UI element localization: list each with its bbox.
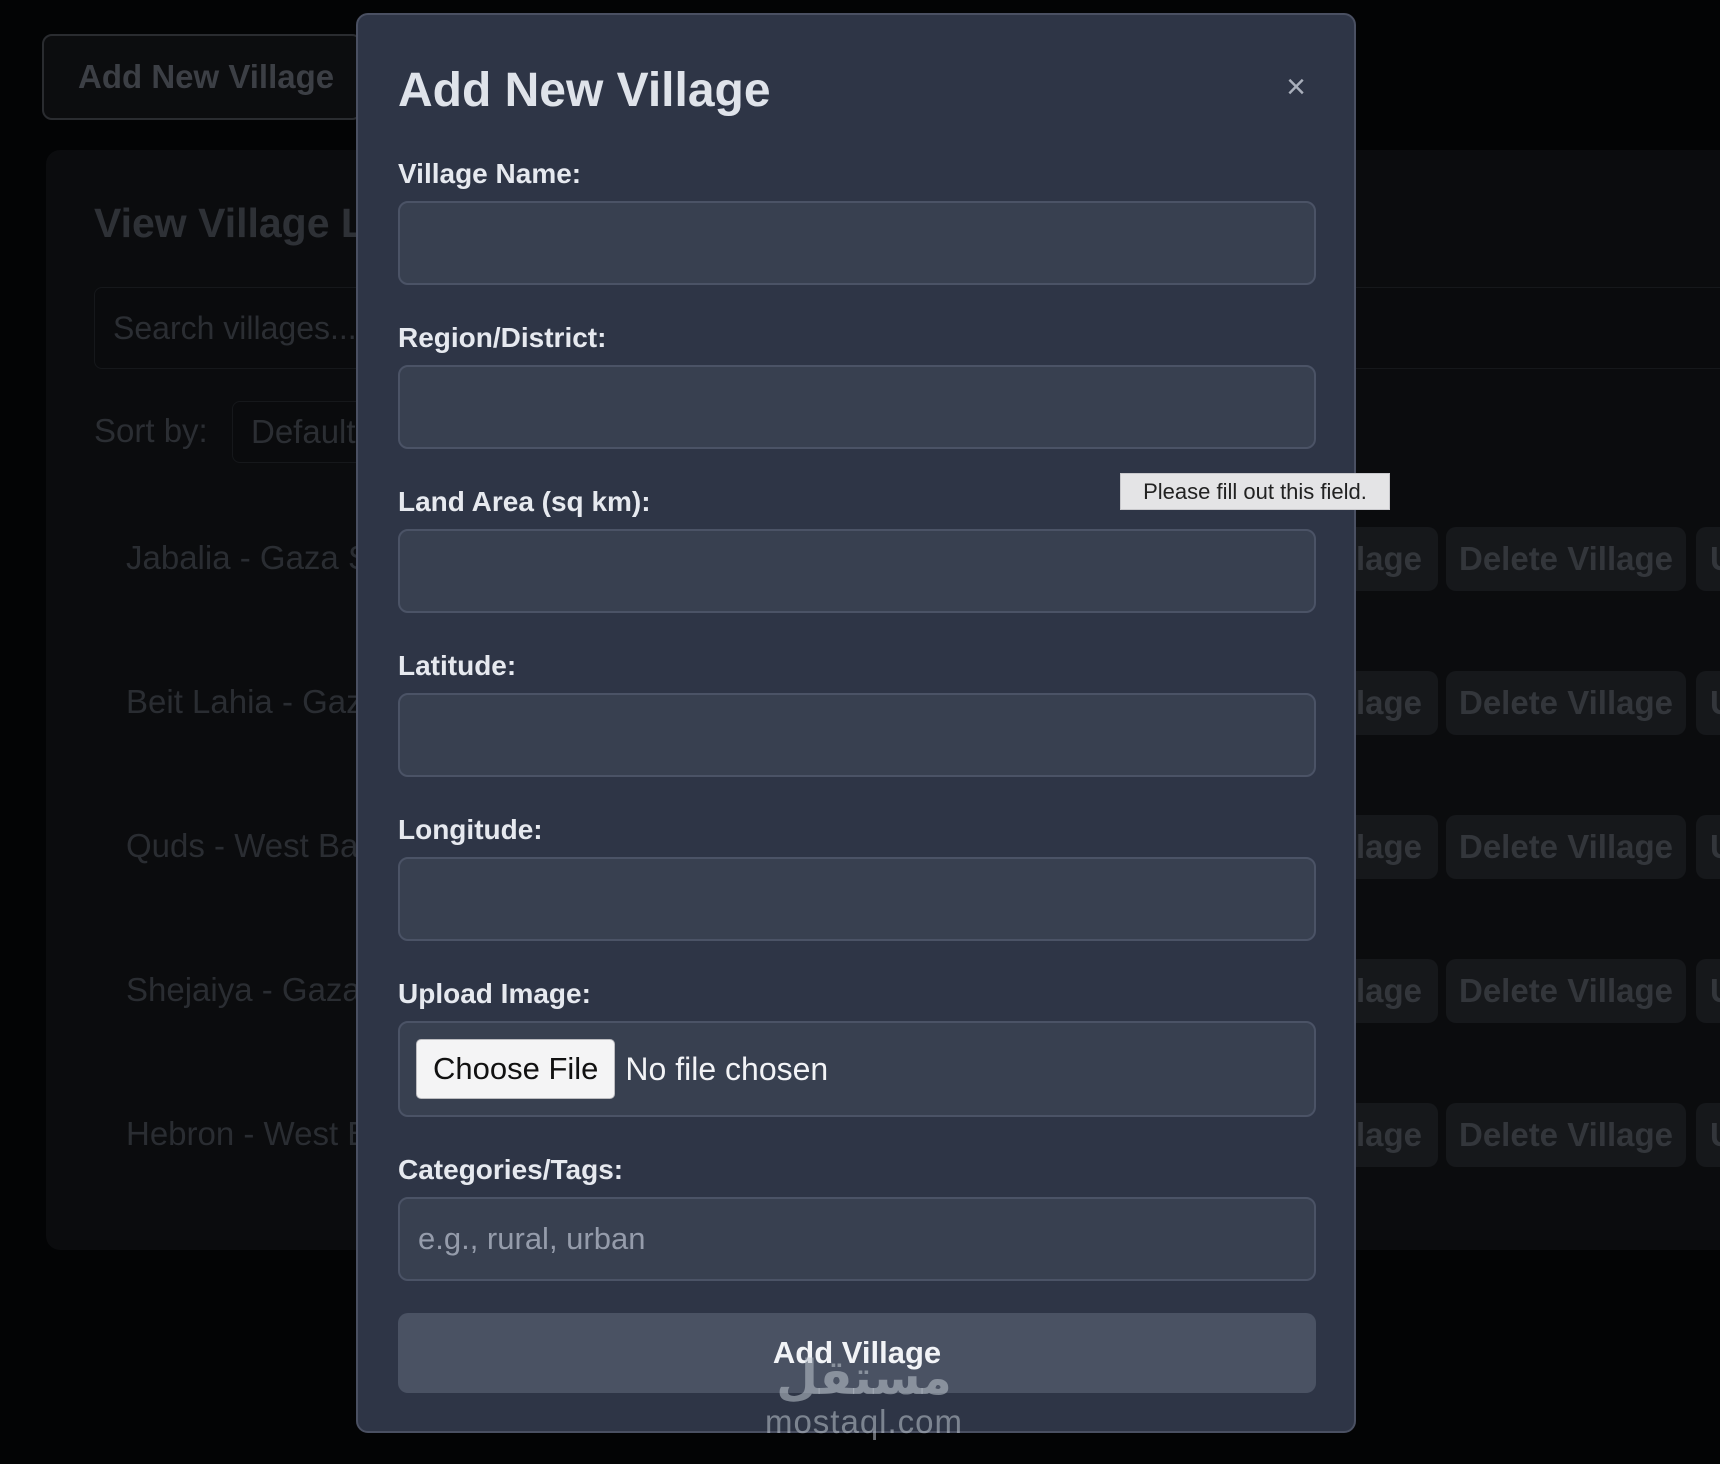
delete-village-button[interactable]: Delete Village (1446, 527, 1686, 591)
village-list-title: View Village Li (94, 200, 378, 246)
delete-village-button[interactable]: Delete Village (1446, 959, 1686, 1023)
upload-image-field: Choose File No file chosen (398, 1021, 1316, 1117)
region-input[interactable] (398, 365, 1316, 449)
tags-input[interactable] (398, 1197, 1316, 1281)
region-label: Region/District: (398, 322, 607, 353)
delete-village-button[interactable]: Delete Village (1446, 671, 1686, 735)
village-row-label: Jabalia - Gaza S (126, 539, 370, 576)
tags-label: Categories/Tags: (398, 1154, 624, 1185)
delete-village-button[interactable]: Delete Village (1446, 815, 1686, 879)
add-new-village-button[interactable]: Add New Village (42, 34, 362, 120)
update-village-button[interactable]: U (1696, 527, 1720, 591)
watermark-arabic: مستقل (776, 1350, 952, 1406)
watermark-logo: مستقل mostaql.com (744, 1352, 984, 1440)
land-area-label: Land Area (sq km): (398, 486, 651, 517)
modal-title: Add New Village (398, 64, 771, 117)
village-row-label: Quds - West Ba (126, 827, 359, 864)
update-village-button[interactable]: U (1696, 815, 1720, 879)
village-row-label: Beit Lahia - Gaz (126, 683, 363, 720)
latitude-input[interactable] (398, 693, 1316, 777)
update-village-button[interactable]: U (1696, 1103, 1720, 1167)
latitude-label: Latitude: (398, 650, 517, 681)
village-row-label: Shejaiya - Gaza (126, 971, 361, 1008)
file-status: No file chosen (625, 1050, 829, 1087)
validation-tooltip: Please fill out this field. (1120, 473, 1390, 510)
page: Add New Village View Village Li Search v… (0, 0, 1720, 1464)
longitude-input[interactable] (398, 857, 1316, 941)
village-name-label: Village Name: (398, 158, 582, 189)
sort-label: Sort by: (94, 412, 208, 449)
close-icon[interactable]: × (1278, 69, 1314, 105)
watermark-latin: mostaql.com (764, 1403, 964, 1440)
land-area-input[interactable] (398, 529, 1316, 613)
longitude-label: Longitude: (398, 814, 543, 845)
update-village-button[interactable]: U (1696, 959, 1720, 1023)
upload-image-label: Upload Image: (398, 978, 591, 1009)
add-village-modal: Add New Village × Village Name: Region/D… (356, 13, 1356, 1433)
choose-file-button[interactable]: Choose File (416, 1039, 616, 1099)
delete-village-button[interactable]: Delete Village (1446, 1103, 1686, 1167)
update-village-button[interactable]: U (1696, 671, 1720, 735)
village-row-label: Hebron - West B (126, 1115, 370, 1152)
village-name-input[interactable] (398, 201, 1316, 285)
